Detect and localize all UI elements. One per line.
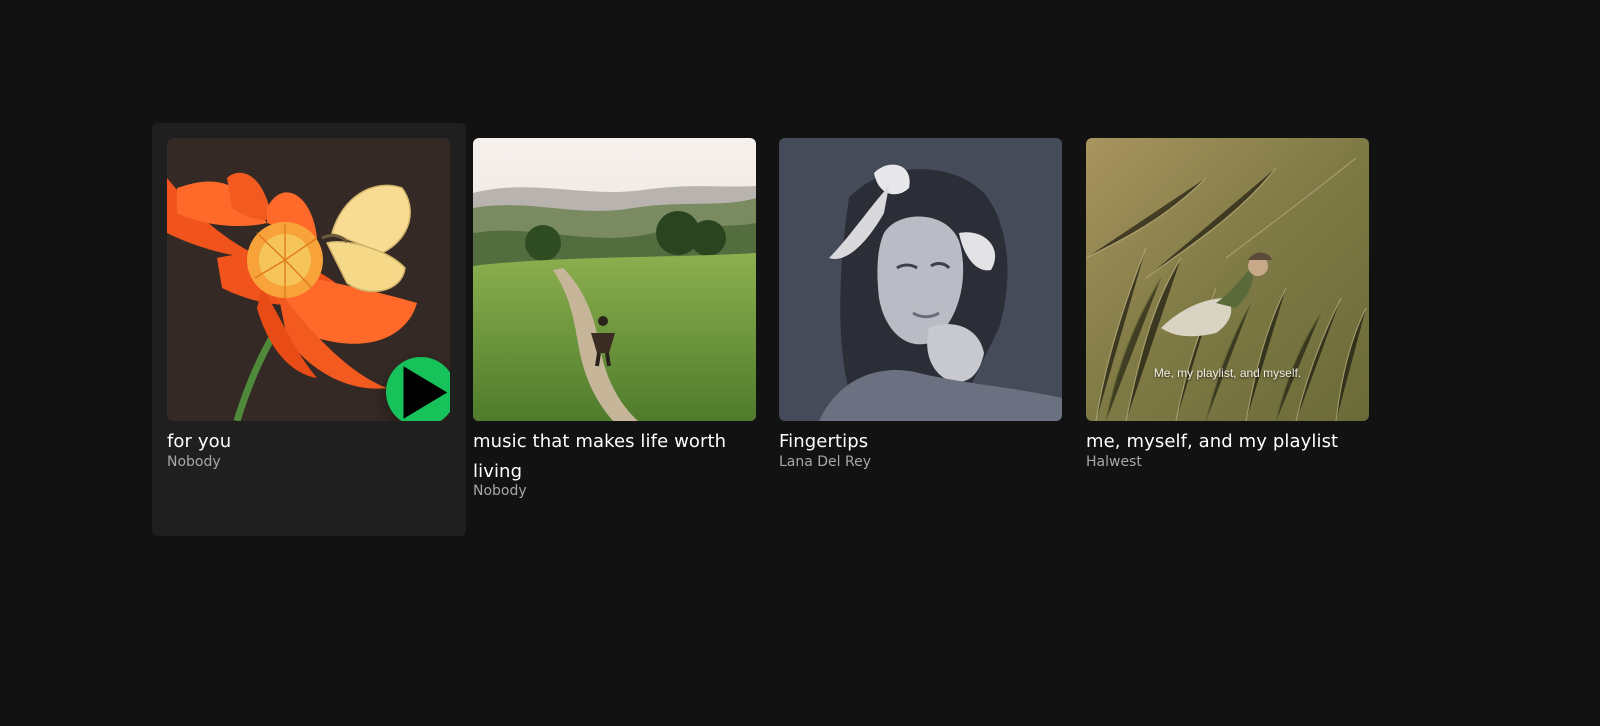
playlist-grid: for you Nobody music that makes life wor… (0, 0, 1600, 726)
play-icon (403, 365, 448, 419)
playlist-cover[interactable] (779, 138, 1062, 421)
playlist-card-for-you[interactable]: for you Nobody (152, 123, 466, 536)
playlist-card-music-that-makes-life-worth-living[interactable]: music that makes life worth living Nobod… (458, 123, 772, 536)
playlist-subtitle: Nobody (473, 483, 527, 499)
playlist-subtitle: Lana Del Rey (779, 454, 872, 470)
playlist-cover[interactable] (473, 138, 756, 421)
playlist-card-me-myself-and-my-playlist[interactable]: Me, my playlist, and myself. me, myself,… (1071, 123, 1385, 536)
cover-caption: Me, my playlist, and myself. (1153, 366, 1302, 380)
playlist-cover[interactable] (167, 138, 450, 421)
playlist-subtitle: Halwest (1086, 454, 1142, 470)
playlist-title[interactable]: music that makes life worth living (473, 427, 763, 487)
playlist-card-fingertips[interactable]: Fingertips Lana Del Rey (764, 123, 1078, 536)
portrait-cover-art (779, 138, 1062, 421)
playlist-subtitle: Nobody (167, 454, 221, 470)
playlist-cover[interactable]: Me, my playlist, and myself. (1086, 138, 1369, 421)
hillside-path-cover-art (473, 138, 756, 421)
play-button[interactable] (386, 357, 450, 421)
